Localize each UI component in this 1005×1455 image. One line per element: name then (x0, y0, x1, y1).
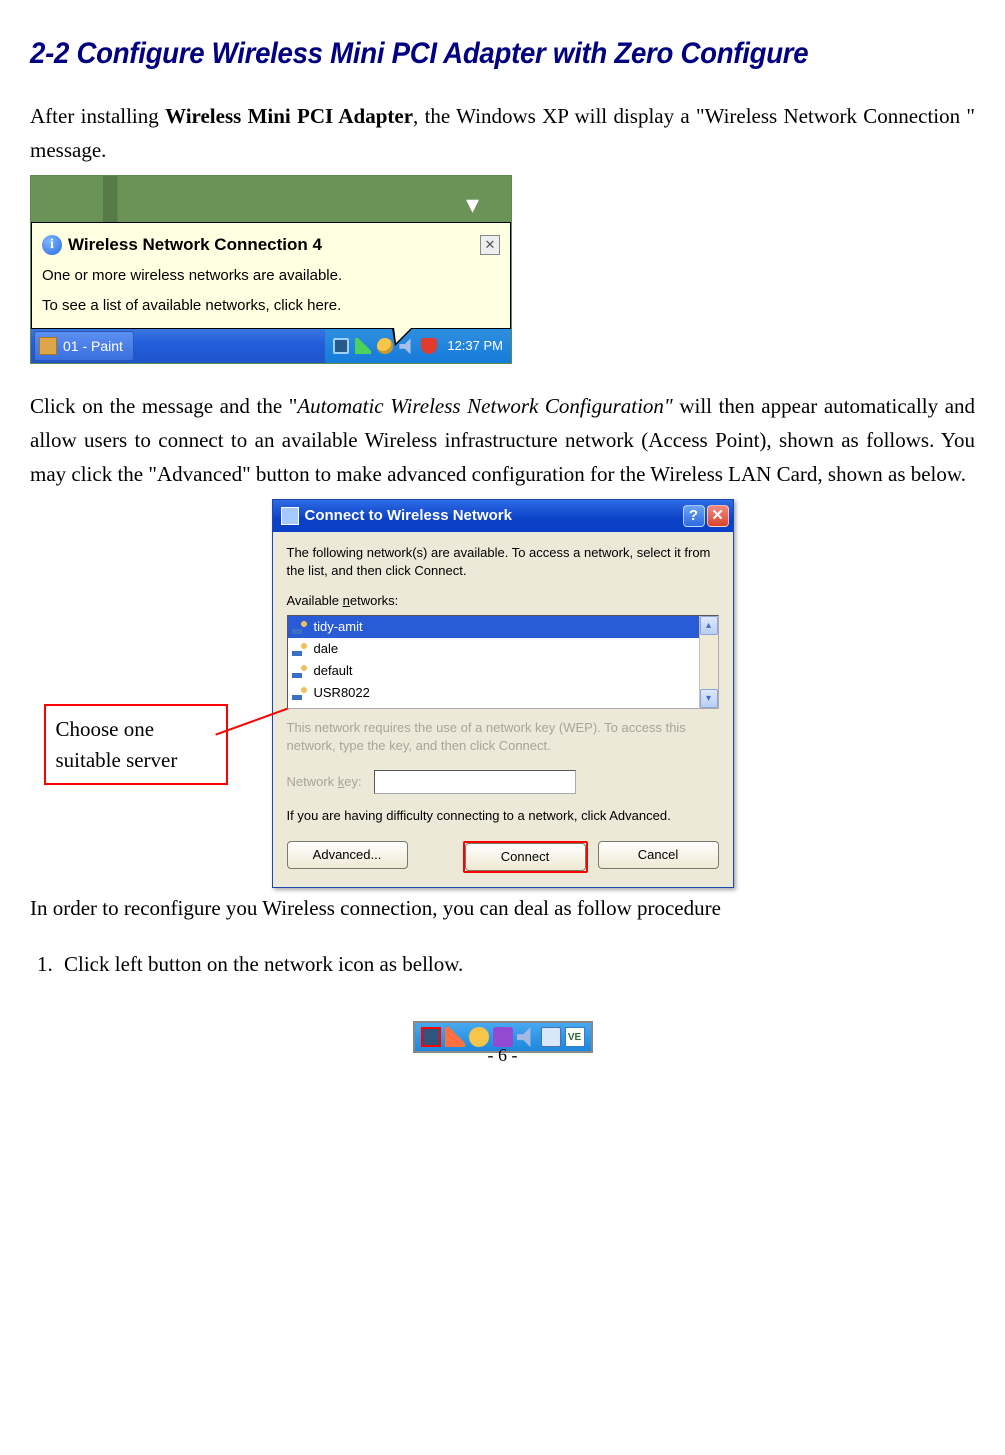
balloon-line-2: To see a list of available networks, cli… (42, 294, 500, 318)
dialog-intro-text: The following network(s) are available. … (287, 544, 719, 579)
text: etworks: (350, 593, 398, 608)
status-face-icon[interactable] (377, 338, 393, 354)
taskbar[interactable]: 01 - Paint 12:37 PM (31, 329, 511, 363)
tray-clock: 12:37 PM (447, 336, 503, 357)
dialog-titlebar[interactable]: Connect to Wireless Network ? ✕ (273, 500, 733, 532)
network-item-icon (292, 620, 308, 634)
text: Available (287, 593, 343, 608)
callout-line: Choose one (56, 714, 216, 744)
step-1: Click left button on the network icon as… (58, 948, 975, 982)
screenshot-notification: ▾ i Wireless Network Connection 4 ✕ One … (30, 175, 512, 364)
caret-icon: ▾ (466, 184, 479, 226)
network-icon[interactable] (333, 338, 349, 354)
network-item-label: dale (314, 639, 339, 660)
steps-list: Click left button on the network icon as… (30, 948, 975, 982)
page-number: - 6 - (0, 1041, 1005, 1070)
dialog-icon (281, 507, 299, 525)
scroll-up-button[interactable]: ▴ (700, 616, 718, 635)
connect-wireless-dialog: Connect to Wireless Network ? ✕ The foll… (272, 499, 734, 888)
connect-button-highlight: Connect (463, 841, 588, 873)
text: Network (287, 774, 338, 789)
network-key-label: Network key: (287, 772, 362, 793)
advanced-button[interactable]: Advanced... (287, 841, 408, 869)
dialog-title: Connect to Wireless Network (305, 504, 512, 528)
network-item[interactable]: USR8022 (288, 682, 718, 704)
section-heading: 2-2 Configure Wireless Mini PCI Adapter … (30, 30, 899, 78)
network-item-icon (292, 664, 308, 678)
text: ey: (344, 774, 361, 789)
text: Click on the message and the " (30, 394, 297, 418)
wep-hint-text: This network requires the use of a netwo… (287, 719, 719, 754)
network-key-row: Network key: (287, 770, 719, 794)
taskbar-app-label: 01 - Paint (63, 335, 123, 357)
text: After installing (30, 104, 165, 128)
desktop-wallpaper-strip: ▾ (31, 176, 511, 222)
network-key-input[interactable] (374, 770, 576, 794)
reconfigure-paragraph: In order to reconfigure you Wireless con… (30, 892, 975, 926)
text-underline: n (343, 593, 350, 608)
balloon-line-1: One or more wireless networks are availa… (42, 264, 500, 288)
network-item[interactable]: default (288, 660, 718, 682)
system-tray[interactable]: 12:37 PM (325, 329, 511, 363)
list-scrollbar[interactable]: ▴ ▾ (699, 616, 718, 708)
paint-icon (39, 337, 57, 355)
balloon-close-button[interactable]: ✕ (480, 235, 500, 255)
available-networks-label: Available networks: (287, 591, 719, 612)
advanced-hint-text: If you are having difficulty connecting … (287, 806, 719, 827)
network-item-label: default (314, 661, 353, 682)
available-networks-list[interactable]: tidy-amit dale default USR8022 ▴ ▾ (287, 615, 719, 709)
network-item-selected[interactable]: tidy-amit (288, 616, 718, 638)
screenshot-connect-dialog-wrap: Choose one suitable server Connect to Wi… (272, 499, 734, 888)
cancel-button[interactable]: Cancel (598, 841, 719, 869)
scroll-down-button[interactable]: ▾ (700, 689, 718, 708)
callout-box: Choose one suitable server (44, 704, 228, 785)
intro-paragraph-1: After installing Wireless Mini PCI Adapt… (30, 100, 975, 167)
notification-balloon[interactable]: i Wireless Network Connection 4 ✕ One or… (31, 222, 511, 329)
network-item-icon (292, 686, 308, 700)
network-item-label: tidy-amit (314, 617, 363, 638)
taskbar-app-paint[interactable]: 01 - Paint (34, 331, 134, 361)
balloon-title: Wireless Network Connection 4 (68, 231, 322, 258)
dialog-button-row: Advanced... Connect Cancel (287, 841, 719, 873)
connect-button[interactable]: Connect (465, 843, 586, 871)
network-item-icon (292, 642, 308, 656)
titlebar-help-button[interactable]: ? (683, 505, 705, 527)
text-bold: Wireless Mini PCI Adapter (165, 104, 413, 128)
intro-paragraph-2: Click on the message and the "Automatic … (30, 390, 975, 491)
signal-icon[interactable] (355, 338, 371, 354)
network-item-label: USR8022 (314, 683, 370, 704)
callout-line: suitable server (56, 745, 216, 775)
network-item[interactable]: dale (288, 638, 718, 660)
info-icon: i (42, 235, 62, 255)
titlebar-close-button[interactable]: ✕ (707, 505, 729, 527)
dialog-body: The following network(s) are available. … (273, 532, 733, 887)
shield-icon[interactable] (421, 338, 437, 354)
text-italic: Automatic Wireless Network Configuration… (297, 394, 672, 418)
